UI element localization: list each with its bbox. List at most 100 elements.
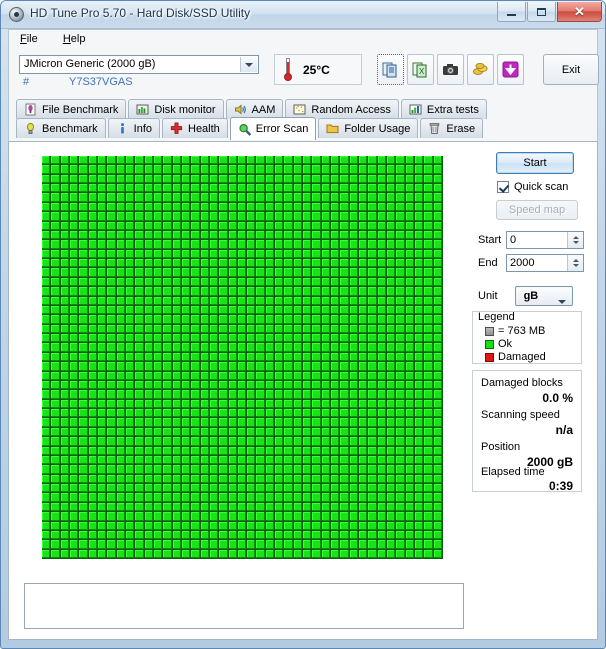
scan-block (368, 474, 378, 485)
scan-block (200, 296, 210, 306)
scan-block (265, 184, 276, 194)
scan-block (349, 540, 360, 550)
tab-erase[interactable]: Erase (420, 118, 484, 138)
exit-button[interactable]: Exit (543, 54, 599, 85)
scan-block (135, 465, 145, 475)
scan-block (247, 202, 257, 213)
end-stepper[interactable] (567, 254, 583, 271)
scan-block (97, 512, 108, 522)
folder-icon (326, 122, 339, 135)
scan-block (60, 165, 70, 175)
scan-block (256, 277, 266, 288)
scan-block (415, 493, 425, 503)
scan-block (340, 156, 350, 166)
scan-block (284, 240, 294, 250)
scan-block (368, 268, 378, 278)
gold-coins-icon[interactable] (467, 54, 494, 85)
scan-block (405, 343, 416, 353)
scan-block (331, 371, 341, 381)
tab-bar: File Benchmark Disk monitor AAM Random A… (8, 96, 598, 142)
scan-block (42, 305, 52, 316)
scan-block (191, 371, 201, 381)
start-input[interactable]: 0 (506, 230, 584, 249)
scan-block (125, 287, 136, 297)
end-input[interactable]: 2000 (506, 253, 584, 272)
scan-block (172, 446, 182, 456)
scan-block (69, 343, 80, 353)
scan-block (200, 324, 210, 335)
scan-block (228, 202, 238, 213)
tab-error-scan[interactable]: Error Scan (229, 117, 317, 140)
scan-block (415, 315, 425, 325)
tab-benchmark[interactable]: Benchmark (16, 118, 106, 138)
scan-block (331, 324, 341, 335)
tab-health[interactable]: Health (162, 118, 228, 138)
scan-block (377, 156, 388, 166)
scanning-speed-value: n/a (555, 423, 573, 437)
start-stepper[interactable] (567, 231, 583, 248)
scan-block (228, 437, 238, 447)
excel-export-icon[interactable]: X (407, 54, 434, 85)
scan-block (247, 521, 257, 531)
scan-block (331, 287, 341, 297)
download-arrow-icon[interactable] (497, 54, 524, 85)
unit-select[interactable]: gB (514, 286, 573, 306)
scan-block (88, 202, 98, 213)
scan-block (293, 287, 304, 297)
scan-block (275, 268, 285, 278)
scan-block (228, 521, 238, 531)
scan-block (42, 249, 52, 260)
scan-block (284, 165, 294, 175)
tab-disk-monitor[interactable]: Disk monitor (128, 99, 224, 119)
scan-block (424, 156, 434, 166)
camera-icon[interactable] (437, 54, 464, 85)
scan-block (275, 446, 285, 456)
tab-file-benchmark[interactable]: File Benchmark (16, 99, 127, 119)
scan-block (284, 465, 294, 475)
log-textbox[interactable] (24, 583, 464, 629)
scan-block (424, 221, 434, 231)
scan-block (209, 315, 220, 325)
minimize-button[interactable] (497, 2, 526, 22)
scan-block (256, 455, 266, 466)
copy-icon[interactable] (377, 54, 404, 85)
scan-block (433, 259, 443, 269)
scan-block (97, 484, 108, 494)
scan-block (331, 249, 341, 260)
scan-block (321, 427, 332, 438)
scan-block (349, 380, 360, 391)
scan-block (377, 512, 388, 522)
tab-aam[interactable]: AAM (225, 99, 284, 119)
start-button[interactable]: Start (496, 152, 574, 174)
scan-block (191, 315, 201, 325)
tab-info[interactable]: Info (107, 118, 160, 138)
scan-block (265, 427, 276, 438)
scan-block (340, 399, 350, 410)
tab-extra-tests[interactable]: Extra tests (400, 99, 487, 119)
scan-block (368, 277, 378, 288)
scan-block (163, 315, 173, 325)
tab-random-access[interactable]: Random Access (285, 99, 399, 119)
scan-block (97, 165, 108, 175)
drive-select[interactable]: JMicron Generic (2000 gB) (19, 55, 259, 74)
close-button[interactable]: ✕ (557, 2, 602, 22)
scan-block (200, 268, 210, 278)
scan-block (163, 362, 173, 372)
scan-block (256, 259, 266, 269)
menu-item-help[interactable]: HHelpelp (52, 30, 97, 45)
scan-block (144, 212, 154, 222)
scan-block (219, 277, 229, 288)
quick-scan-checkbox[interactable] (497, 181, 509, 193)
scan-block (368, 249, 378, 260)
scan-block (163, 502, 173, 513)
maximize-button[interactable] (527, 2, 556, 22)
scan-block (321, 362, 332, 372)
scan-block (228, 399, 238, 410)
magnifier-icon (238, 123, 252, 136)
chevron-down-icon[interactable] (240, 57, 257, 72)
tab-folder-usage[interactable]: Folder Usage (318, 118, 419, 138)
scan-block (237, 371, 248, 381)
scan-block-map[interactable] (42, 156, 443, 559)
quick-scan-row[interactable]: Quick scan (497, 181, 568, 193)
menu-item-file[interactable]: FFileile (9, 30, 49, 45)
